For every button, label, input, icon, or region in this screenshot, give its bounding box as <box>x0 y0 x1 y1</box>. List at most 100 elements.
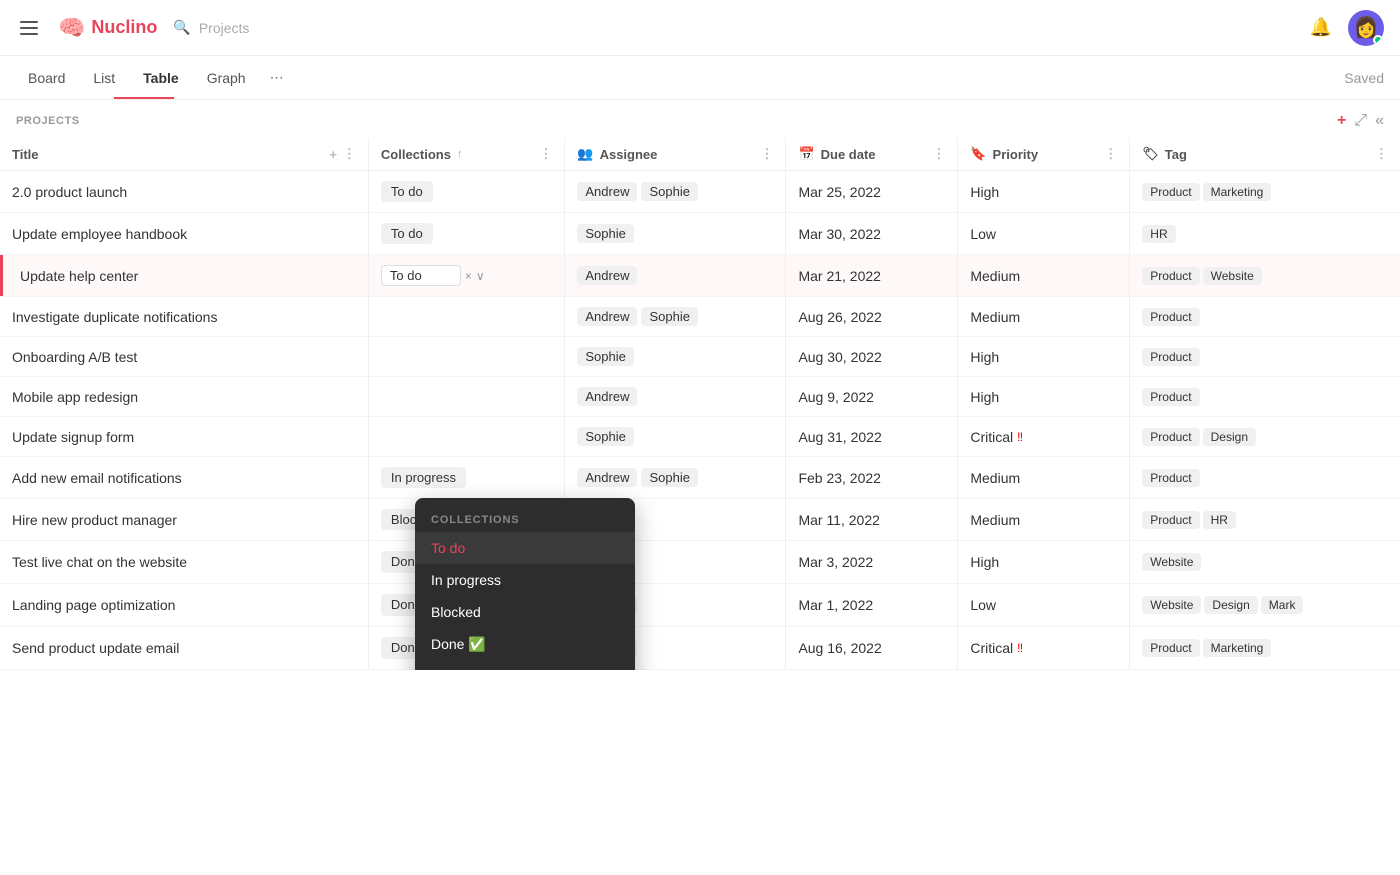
tag-badge[interactable]: Design <box>1203 428 1256 446</box>
table-row: Update employee handbookTo doSophieMar 3… <box>0 213 1400 255</box>
tag-badge[interactable]: Product <box>1142 511 1199 529</box>
cell-title[interactable]: Mobile app redesign <box>0 377 368 417</box>
assignee-chip[interactable]: Andrew <box>577 266 637 285</box>
tag-badge[interactable]: Website <box>1203 267 1262 285</box>
assignee-chip[interactable]: Andrew <box>577 307 637 326</box>
cell-priority: Critical‼ <box>958 627 1130 670</box>
cell-title[interactable]: Update signup form <box>0 417 368 457</box>
collection-badge[interactable]: In progress <box>381 467 466 488</box>
cell-assignee: AndrewSophie <box>565 297 786 337</box>
cell-duedate: Mar 25, 2022 <box>786 171 958 213</box>
cell-title[interactable]: Test live chat on the website <box>0 541 368 584</box>
add-item-button[interactable]: + <box>1337 112 1346 130</box>
tag-badge[interactable]: Marketing <box>1203 183 1272 201</box>
collection-clear-button[interactable]: × <box>465 269 472 283</box>
cell-tags: ProductHR <box>1130 499 1400 541</box>
cell-assignee: Andrew <box>565 377 786 417</box>
cell-collections[interactable]: To do <box>368 171 564 213</box>
sort-icon[interactable]: ↑ <box>457 148 463 160</box>
assignee-chip[interactable]: Sophie <box>577 224 633 243</box>
dropdown-item-inprogress[interactable]: In progress <box>415 564 635 596</box>
collapse-icon[interactable]: « <box>1375 112 1384 130</box>
cell-title[interactable]: Update employee handbook <box>0 213 368 255</box>
dropdown-item-blocked[interactable]: Blocked <box>415 596 635 628</box>
assignee-chip[interactable]: Andrew <box>577 468 637 487</box>
cell-tags: WebsiteDesignMark <box>1130 584 1400 627</box>
title-col-label: Title <box>12 147 39 162</box>
cell-title[interactable]: Update help center <box>0 255 368 297</box>
add-col-icon[interactable]: + <box>329 147 337 162</box>
tag-badge[interactable]: Website <box>1142 553 1201 571</box>
collection-input[interactable] <box>381 265 461 286</box>
cell-tags: Website <box>1130 541 1400 584</box>
cell-collections[interactable]: In progress <box>368 457 564 499</box>
tag-badge[interactable]: Marketing <box>1203 639 1272 657</box>
tag-badge[interactable]: HR <box>1142 225 1175 243</box>
tag-badge[interactable]: Website <box>1142 596 1201 614</box>
tag-badge[interactable]: HR <box>1203 511 1236 529</box>
tag-badge[interactable]: Product <box>1142 308 1199 326</box>
cell-title[interactable]: Send product update email <box>0 627 368 670</box>
tag-badge[interactable]: Mark <box>1261 596 1304 614</box>
search-bar[interactable]: 🔍 Projects <box>173 19 1293 36</box>
critical-icon: ‼ <box>1017 641 1023 655</box>
tag-badge[interactable]: Product <box>1142 388 1199 406</box>
assignee-chip[interactable]: Sophie <box>641 182 697 201</box>
tag-badge[interactable]: Design <box>1204 596 1257 614</box>
more-options-button[interactable]: ⋯ <box>262 65 292 90</box>
cell-tags: Product <box>1130 457 1400 499</box>
cell-title[interactable]: Onboarding A/B test <box>0 337 368 377</box>
assignee-chip[interactable]: Sophie <box>641 307 697 326</box>
cell-collections[interactable] <box>368 377 564 417</box>
search-placeholder: Projects <box>199 20 250 36</box>
dropdown-add-multiple[interactable]: Add to multiple collections <box>415 661 635 670</box>
cell-title[interactable]: Investigate duplicate notifications <box>0 297 368 337</box>
duedate-col-dots[interactable]: ⋮ <box>932 146 945 162</box>
tag-badge[interactable]: Product <box>1142 267 1199 285</box>
tab-graph[interactable]: Graph <box>195 62 258 94</box>
hamburger-menu[interactable] <box>16 17 42 39</box>
priority-col-dots[interactable]: ⋮ <box>1104 146 1117 162</box>
saved-status: Saved <box>1344 70 1384 86</box>
assignee-chip[interactable]: Sophie <box>641 468 697 487</box>
tab-table[interactable]: Table <box>131 62 191 94</box>
cell-collections[interactable] <box>368 337 564 377</box>
dropdown-item-done[interactable]: Done ✅ <box>415 628 635 661</box>
assignee-chip[interactable]: Andrew <box>577 387 637 406</box>
col-header-priority: 🔖 Priority ⋮ <box>958 138 1130 171</box>
cell-title[interactable]: Hire new product manager <box>0 499 368 541</box>
assignee-col-dots[interactable]: ⋮ <box>760 146 773 162</box>
assignee-chip[interactable]: Andrew <box>577 182 637 201</box>
tag-badge[interactable]: Product <box>1142 469 1199 487</box>
table-row: 2.0 product launch To do AndrewSophie Mar 2… <box>0 171 1400 213</box>
assignee-chip[interactable]: Sophie <box>577 347 633 366</box>
cell-collections[interactable]: ×∨ <box>368 255 564 297</box>
tag-badge[interactable]: Product <box>1142 428 1199 446</box>
cell-collections[interactable] <box>368 417 564 457</box>
active-row-indicator <box>0 255 3 296</box>
cell-priority: High <box>958 171 1130 213</box>
cell-title[interactable]: 2.0 product launch <box>0 171 368 213</box>
expand-icon[interactable]: ⤢ <box>1354 112 1367 130</box>
tag-col-dots[interactable]: ⋮ <box>1375 146 1388 162</box>
assignee-chip[interactable]: Sophie <box>577 427 633 446</box>
tab-list[interactable]: List <box>81 62 127 94</box>
collection-badge[interactable]: To do <box>381 181 433 202</box>
collections-col-dots[interactable]: ⋮ <box>539 146 552 162</box>
cell-title[interactable]: Add new email notifications <box>0 457 368 499</box>
cell-collections[interactable] <box>368 297 564 337</box>
collection-badge[interactable]: To do <box>381 223 433 244</box>
title-col-dots[interactable]: ⋮ <box>343 146 356 162</box>
logo: 🧠 Nuclino <box>58 15 157 41</box>
avatar[interactable]: 👩 <box>1348 10 1384 46</box>
notification-bell-icon[interactable]: 🔔 <box>1310 17 1332 38</box>
tag-badge[interactable]: Product <box>1142 183 1199 201</box>
dropdown-item-todo[interactable]: To do <box>415 532 635 564</box>
tab-board[interactable]: Board <box>16 62 77 94</box>
cell-collections[interactable]: To do <box>368 213 564 255</box>
tag-badge[interactable]: Product <box>1142 639 1199 657</box>
tag-badge[interactable]: Product <box>1142 348 1199 366</box>
cell-title[interactable]: Landing page optimization <box>0 584 368 627</box>
nav-tabs: Board List Table Graph ⋯ Saved <box>0 56 1400 100</box>
collection-expand-button[interactable]: ∨ <box>476 269 485 283</box>
